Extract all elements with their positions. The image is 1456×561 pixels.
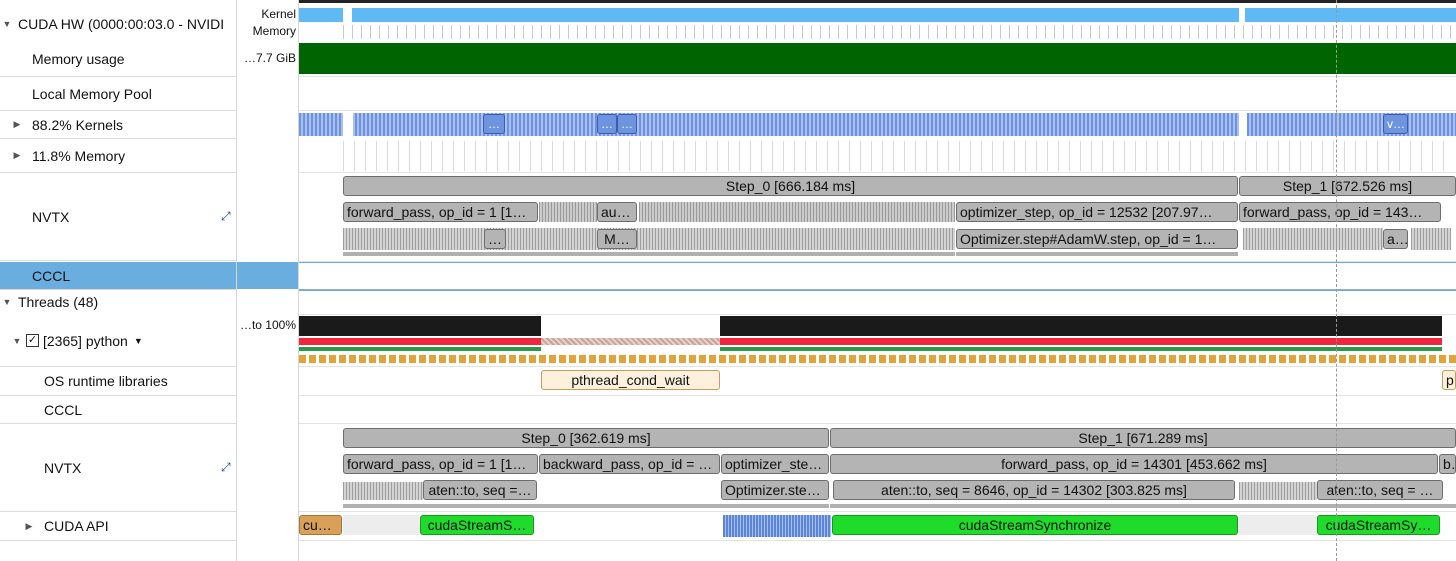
sampling-markers bbox=[299, 355, 1456, 363]
cuda-api-dense bbox=[723, 515, 831, 537]
nvtx-range-autograd[interactable]: aut… bbox=[597, 202, 637, 222]
nvtx-range-m[interactable]: M… bbox=[597, 229, 637, 249]
nvtx-range-forward[interactable]: forward_pass, op_id = 1 [1… bbox=[343, 454, 538, 474]
nvtx-range-aten-to[interactable]: aten::to, seq =… bbox=[423, 480, 537, 500]
nvtx-sub-ranges bbox=[343, 482, 423, 500]
track-label: CUDA API bbox=[44, 518, 109, 534]
memory-label: Memory bbox=[252, 24, 296, 38]
collapse-triangle-icon[interactable]: ▼ bbox=[0, 297, 14, 307]
track-label: CUDA HW (0000:00:03.0 - NVIDI bbox=[18, 16, 225, 32]
cccl-selected-row[interactable] bbox=[299, 262, 1456, 291]
nvtx-range-forward-1[interactable]: forward_pass, op_id = 14301 [453.662 ms] bbox=[830, 454, 1438, 474]
track-nvtx-cpu[interactable]: NVTX ⤢ bbox=[0, 424, 236, 512]
track-label: Threads (48) bbox=[18, 294, 99, 310]
memory-usage-bar bbox=[299, 43, 1456, 74]
track-label: NVTX bbox=[44, 459, 82, 476]
track-cuda-api[interactable]: ▶ CUDA API bbox=[0, 512, 236, 541]
cuda-api-stream-sync[interactable]: cudaStreamS… bbox=[420, 515, 534, 535]
top-border bbox=[299, 0, 1456, 3]
nvtx-range-step-1[interactable]: Step_1 [672.526 ms] bbox=[1239, 176, 1456, 196]
nvtx-range-b[interactable]: b… bbox=[1439, 454, 1456, 474]
thread-state-bar bbox=[299, 338, 541, 345]
track-os-runtime[interactable]: OS runtime libraries bbox=[0, 367, 236, 396]
memory-usage-value: …7.7 GiB bbox=[243, 51, 296, 65]
kernel-block[interactable]: v… bbox=[1383, 114, 1408, 134]
cpu-utilization-bar bbox=[299, 316, 541, 336]
nvtx-range-step-0[interactable]: Step_0 [362.619 ms] bbox=[343, 428, 829, 448]
kernel-block[interactable]: … bbox=[483, 114, 505, 134]
track-label: 88.2% Kernels bbox=[32, 116, 124, 133]
nvtx-range-optimizer-step[interactable]: Optimizer.step#AdamW.step, op_id = 1… bbox=[956, 229, 1238, 249]
kernel-block[interactable]: … bbox=[617, 114, 637, 134]
nvtx-sub-ranges bbox=[343, 228, 955, 250]
nvtx-range-step-1[interactable]: Step_1 [671.289 ms] bbox=[830, 428, 1456, 448]
collapse-triangle-icon[interactable]: ▼ bbox=[0, 19, 14, 29]
nvtx-sub-ranges bbox=[1243, 228, 1383, 250]
track-nvtx-gpu[interactable]: NVTX ⤢ bbox=[0, 173, 236, 261]
track-label: Memory usage bbox=[32, 51, 125, 67]
expand-arrows-icon[interactable]: ⤢ bbox=[221, 460, 231, 475]
nvtx-sub-ranges bbox=[1411, 228, 1451, 250]
os-range-pthread-cond-wait[interactable]: pthread_cond_wait bbox=[541, 370, 720, 390]
cpu-utilization-value: …to 100% bbox=[239, 318, 296, 332]
memory-ticks-strip bbox=[343, 25, 1453, 39]
kernel-block[interactable]: … bbox=[597, 114, 617, 134]
selection-highlight bbox=[237, 262, 298, 289]
nvtx-range-optimizer[interactable]: optimizer_step, op_id = 12532 [207.97… bbox=[956, 202, 1238, 222]
nvtx-range-a[interactable]: a… bbox=[1383, 229, 1408, 249]
track-label: Local Memory Pool bbox=[32, 85, 152, 102]
track-label: [2365] python bbox=[43, 332, 128, 349]
thread-checkbox[interactable]: ✓ bbox=[26, 334, 39, 347]
os-range-p[interactable]: p… bbox=[1442, 370, 1456, 390]
nvtx-range-aten-to-main[interactable]: aten::to, seq = 8646, op_id = 14302 [303… bbox=[833, 480, 1235, 500]
track-cuda-hw[interactable]: ▼ CUDA HW (0000:00:03.0 - NVIDI bbox=[0, 7, 236, 41]
nvtx-range-forward-1[interactable]: forward_pass, op_id = 143… bbox=[1239, 202, 1441, 222]
expand-triangle-icon[interactable]: ▶ bbox=[10, 150, 24, 161]
nvtx-range-optimizer-step[interactable]: Optimizer.ste… bbox=[721, 480, 829, 500]
track-threads[interactable]: ▼ Threads (48) bbox=[0, 290, 236, 314]
track-cccl-gpu[interactable]: CCCL bbox=[0, 262, 236, 290]
expand-triangle-icon[interactable]: ▶ bbox=[22, 521, 36, 532]
kernels-activity bbox=[299, 113, 1456, 136]
track-label: OS runtime libraries bbox=[44, 373, 168, 389]
nvtx-range-backward[interactable]: backward_pass, op_id = … bbox=[539, 454, 720, 474]
memory-activity bbox=[343, 141, 1453, 171]
track-label: 11.8% Memory bbox=[32, 147, 126, 164]
expand-triangle-icon[interactable]: ▶ bbox=[10, 119, 24, 130]
track-label: CCCL bbox=[32, 267, 71, 284]
nvtx-range-forward[interactable]: forward_pass, op_id = 1 [1… bbox=[343, 202, 538, 222]
thread-state-bar bbox=[720, 338, 1442, 345]
timeline-area[interactable]: … … … v… Step_0 [666.184 ms] Step_1 [672… bbox=[299, 0, 1456, 561]
nvtx-range-step-0[interactable]: Step_0 [666.184 ms] bbox=[343, 176, 1238, 196]
kernel-activity-strip bbox=[299, 8, 1456, 22]
dropdown-caret-icon[interactable]: ▼ bbox=[134, 336, 143, 346]
nvtx-dense-ranges bbox=[639, 202, 955, 222]
track-names-panel: ▼ CUDA HW (0000:00:03.0 - NVIDI Memory u… bbox=[0, 0, 237, 561]
track-label: NVTX bbox=[32, 208, 70, 225]
nvtx-range-optimizer[interactable]: optimizer_ste… bbox=[721, 454, 829, 474]
kernel-label: Kernel bbox=[261, 7, 296, 21]
track-label: CCCL bbox=[44, 401, 83, 418]
track-kernels[interactable]: ▶ 88.2% Kernels bbox=[0, 111, 236, 139]
nvtx-sub-ranges bbox=[1239, 482, 1317, 500]
cuda-api-stream-synchronize[interactable]: cudaStreamSynchronize bbox=[832, 515, 1238, 535]
cuda-api-dense bbox=[343, 515, 419, 535]
track-local-memory-pool[interactable]: Local Memory Pool bbox=[0, 77, 236, 111]
track-info-panel: Kernel Memory …7.7 GiB …to 100% bbox=[237, 0, 299, 561]
cuda-api-dense bbox=[1239, 515, 1317, 535]
track-memory-usage[interactable]: Memory usage bbox=[0, 42, 236, 77]
collapse-triangle-icon[interactable]: ▼ bbox=[10, 336, 24, 346]
time-cursor-line bbox=[1336, 0, 1337, 561]
cpu-utilization-bar bbox=[720, 316, 1442, 336]
nvtx-dense-ranges bbox=[539, 202, 597, 222]
track-python-thread[interactable]: ▼ ✓ [2365] python ▼ bbox=[0, 315, 236, 367]
track-cccl-cpu[interactable]: CCCL bbox=[0, 396, 236, 424]
expand-arrows-icon[interactable]: ⤢ bbox=[221, 209, 231, 224]
cuda-api-call[interactable]: cud… bbox=[299, 515, 342, 535]
nvtx-range-collapsed[interactable]: … bbox=[484, 229, 506, 249]
track-memory[interactable]: ▶ 11.8% Memory bbox=[0, 139, 236, 173]
